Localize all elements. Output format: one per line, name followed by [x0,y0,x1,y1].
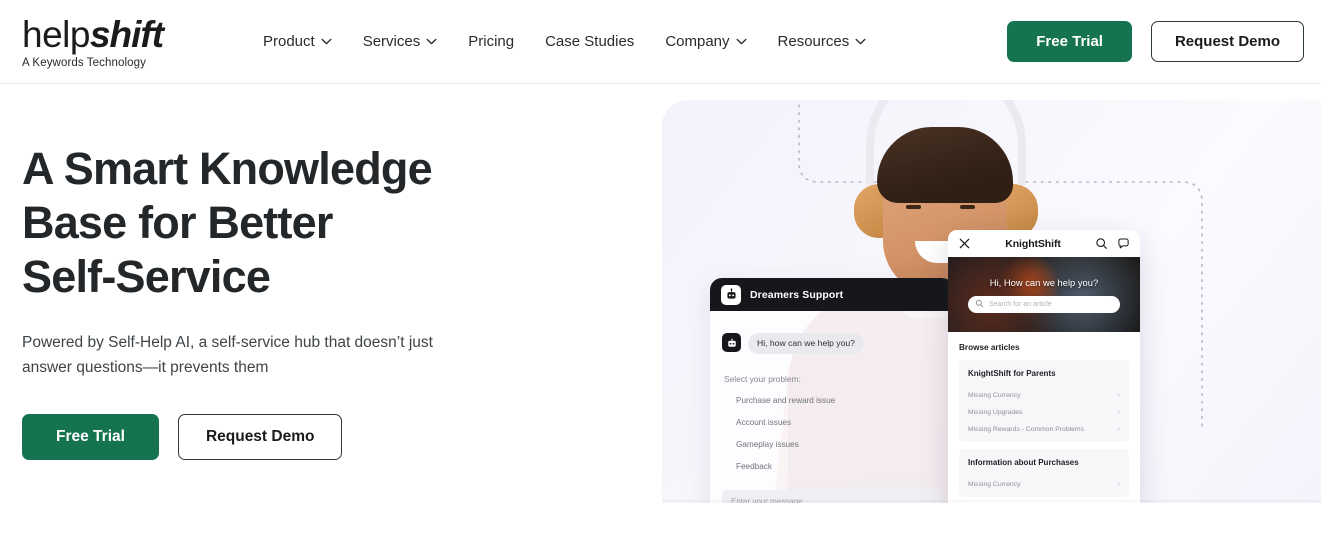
hero-subtitle: Powered by Self-Help AI, a self-service … [22,334,433,376]
site-header: helpshift A Keywords Technology Product … [0,0,1321,84]
hero-panel-shadow [662,500,1321,503]
brand-word-light: help [22,14,90,55]
hero-copy: A Smart Knowledge Base for Better Self-S… [22,142,492,460]
brand-wordmark: helpshift [22,16,212,53]
article-title: Missing Rewards - Common Problems [968,426,1084,433]
hero-cta-group: Free Trial Request Demo [22,414,492,460]
nav-item-services[interactable]: Services [363,33,438,50]
chat-bot-message: Hi, how can we help you? [748,333,864,354]
article-row[interactable]: Missing Upgrades › [968,404,1120,421]
article-group-title: Information about Purchases [968,458,1079,467]
chevron-right-icon: › [1117,392,1120,399]
article-row[interactable]: Missing Rewards - Common Problems › [968,421,1120,438]
knowledge-panel-actions [1095,237,1130,250]
nav-item-company[interactable]: Company [665,33,747,50]
chat-widget-body: Hi, how can we help you? Select your pro… [710,311,954,471]
knowledge-panel-search-input[interactable]: Search for an article [968,295,1120,313]
hero-illustration: Dreamers Support Hi, how can we help you… [662,100,1321,503]
nav-item-product[interactable]: Product [263,33,332,50]
brand-tagline: A Keywords Technology [22,57,146,69]
knowledge-base-panel: KnightShift Hi, How can we help you? Sea… [948,230,1140,503]
page-title: A Smart Knowledge Base for Better Self-S… [22,142,492,304]
knowledge-panel-title: KnightShift [1005,237,1061,250]
knowledge-panel-hero-heading: Hi, How can we help you? [989,276,1099,288]
person-eye-right [960,205,975,209]
chat-option[interactable]: Gameplay issues [722,440,942,449]
article-group: KnightShift for Parents Missing Currency… [959,360,1129,442]
chat-option[interactable]: Account issues [722,418,942,427]
hero-section: A Smart Knowledge Base for Better Self-S… [0,84,1321,516]
nav-item-resources[interactable]: Resources [778,33,867,50]
nav-label: Case Studies [545,33,635,50]
search-icon [975,299,984,310]
article-title: Missing Currency [968,481,1021,488]
article-row[interactable]: Missing Currency › [968,387,1120,404]
article-row[interactable]: Missing Currency › [968,476,1120,493]
chevron-right-icon: › [1117,481,1120,488]
article-group-title: KnightShift for Parents [968,369,1056,378]
nav-label: Product [263,33,315,50]
chat-options-list: Purchase and reward issue Account issues… [722,396,942,471]
hero-title-line-2: Base for Better [22,197,333,248]
nav-label: Company [665,33,730,50]
knowledge-panel-hero: Hi, How can we help you? Search for an a… [948,257,1140,332]
hero-request-demo-button[interactable]: Request Demo [177,414,343,460]
chat-bot-message-row: Hi, how can we help you? [722,333,942,354]
headphone-band [866,100,1026,185]
close-icon[interactable] [958,237,971,250]
search-placeholder: Search for an article [989,300,1052,308]
knowledge-panel-article-list: Browse articles KnightShift for Parents … [948,332,1140,497]
chevron-down-icon [855,38,866,45]
chevron-down-icon [426,38,437,45]
main-navigation: Product Services Pricing Case Studies Co… [263,33,866,50]
chat-bubble-icon[interactable] [1117,237,1130,250]
nav-label: Pricing [468,33,515,50]
nav-label: Resources [777,33,850,50]
hero-free-trial-button[interactable]: Free Trial [22,414,159,460]
chat-option[interactable]: Feedback [722,462,942,471]
chevron-down-icon [735,38,747,45]
header-actions: Free Trial Request Demo [1007,21,1304,62]
search-icon[interactable] [1095,237,1108,250]
brand-logo[interactable]: helpshift A Keywords Technology [22,14,212,69]
chat-widget: Dreamers Support Hi, how can we help you… [710,278,954,503]
browse-articles-label: Browse articles [959,343,1020,352]
bot-icon [722,333,741,352]
nav-label: Services [362,33,421,50]
person-eye-left [906,205,921,209]
header-free-trial-button[interactable]: Free Trial [1007,21,1132,62]
page-bottom-spacer [0,516,1321,560]
chevron-right-icon: › [1117,409,1120,416]
bot-icon [721,284,741,305]
chat-widget-title: Dreamers Support [750,288,844,301]
chevron-right-icon: › [1117,426,1120,433]
chat-widget-header: Dreamers Support [710,278,954,311]
chat-option[interactable]: Purchase and reward issue [722,396,942,405]
chat-prompt: Select your problem: [724,373,801,384]
hero-title-line-1: A Smart Knowledge [22,143,433,194]
knowledge-panel-header: KnightShift [948,230,1140,257]
nav-item-pricing[interactable]: Pricing [468,33,514,50]
hero-title-line-3: Self-Service [22,251,271,302]
article-group: Information about Purchases Missing Curr… [959,449,1129,497]
chevron-down-icon [321,38,332,45]
brand-word-bold: shift [89,14,164,55]
nav-item-case-studies[interactable]: Case Studies [545,33,634,50]
header-request-demo-button[interactable]: Request Demo [1150,21,1304,62]
article-title: Missing Currency [968,392,1021,399]
article-title: Missing Upgrades [968,409,1023,416]
